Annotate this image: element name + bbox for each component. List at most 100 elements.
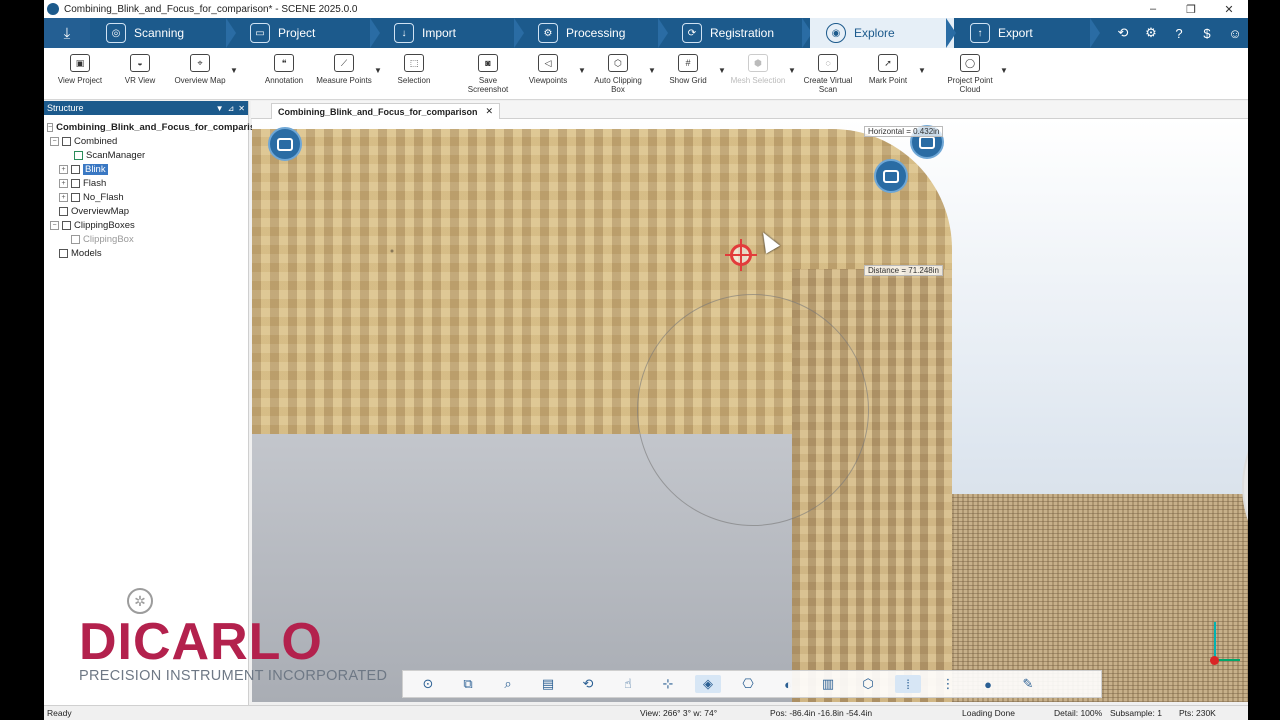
3d-view-icon[interactable]: ◈ bbox=[695, 675, 721, 693]
tab-explore[interactable]: ◉ Explore bbox=[810, 18, 956, 48]
tree-item-clippingboxes[interactable]: − ClippingBoxes bbox=[44, 218, 248, 232]
status-bar: Ready View: 266° 3° w: 74° Pos: -86.4in … bbox=[44, 705, 1248, 720]
chevron-down-icon[interactable]: ▼ bbox=[216, 104, 224, 113]
tree-item-combined[interactable]: − Combined bbox=[44, 134, 248, 148]
grid-icon: # bbox=[678, 54, 698, 72]
chevron-down-icon[interactable]: ▼ bbox=[230, 66, 240, 75]
tree-item-no-flash[interactable]: + No_Flash bbox=[44, 190, 248, 204]
tab-label: Export bbox=[998, 26, 1033, 40]
rotate-icon[interactable]: ⟲ bbox=[575, 675, 601, 693]
chevron-down-icon[interactable]: ▼ bbox=[578, 66, 588, 75]
expand-icon[interactable]: + bbox=[59, 192, 68, 202]
annotation-button[interactable]: ❝ Annotation bbox=[254, 54, 314, 85]
create-virtual-scan-button[interactable]: ◌ Create Virtual Scan bbox=[798, 54, 858, 94]
button-label: Annotation bbox=[264, 76, 304, 85]
zoom-extents-icon[interactable]: ⧉ bbox=[455, 675, 481, 693]
scan-group-icon bbox=[71, 192, 80, 202]
tree-item-flash[interactable]: + Flash bbox=[44, 176, 248, 190]
shield-icon[interactable]: ⬡ bbox=[855, 675, 881, 693]
selection-button[interactable]: ⬚ Selection bbox=[384, 54, 444, 85]
close-icon[interactable]: ✕ bbox=[238, 104, 245, 113]
sync-icon[interactable]: ⟲ bbox=[1114, 25, 1132, 41]
view-cube-icon[interactable]: ▤ bbox=[535, 675, 561, 693]
scanner-icon: ◎ bbox=[106, 23, 126, 43]
save-screenshot-button[interactable]: ◙ Save Screenshot bbox=[458, 54, 518, 94]
scan-position-icon[interactable] bbox=[874, 159, 908, 193]
color-palette-icon[interactable]: ● bbox=[975, 675, 1001, 693]
fit-view-icon[interactable]: ⊹ bbox=[655, 675, 681, 693]
brand-logo-icon: ✲ bbox=[127, 588, 153, 614]
chevron-down-icon[interactable]: ▼ bbox=[648, 66, 658, 75]
distance-measurement-label: Distance = 71.248in bbox=[864, 265, 943, 276]
auto-clipping-box-button[interactable]: ⬡ Auto Clipping Box bbox=[588, 54, 648, 94]
overview-map-button[interactable]: ⌖ Overview Map bbox=[170, 54, 230, 85]
help-icon[interactable]: ? bbox=[1170, 26, 1188, 41]
view-project-button[interactable]: ▣ View Project bbox=[50, 54, 110, 85]
status-points: Pts: 230K bbox=[1179, 708, 1216, 718]
chevron-down-icon[interactable]: ▼ bbox=[374, 66, 384, 75]
scan-position-icon[interactable] bbox=[268, 127, 302, 161]
show-grid-button[interactable]: # Show Grid bbox=[658, 54, 718, 85]
folder-icon: ▭ bbox=[250, 23, 270, 43]
tab-label: Processing bbox=[566, 26, 626, 40]
tab-registration[interactable]: ⟳ Registration bbox=[666, 18, 812, 48]
close-window-button[interactable]: ✕ bbox=[1210, 3, 1248, 16]
expand-icon[interactable]: + bbox=[59, 178, 68, 188]
viewpoints-button[interactable]: ◁ Viewpoints bbox=[518, 54, 578, 85]
tab-import[interactable]: ↓ Import bbox=[378, 18, 524, 48]
close-icon[interactable]: ✕ bbox=[486, 106, 494, 117]
chevron-down-icon[interactable]: ▼ bbox=[718, 66, 728, 75]
navigation-mode-icon[interactable]: ⊙ bbox=[415, 675, 441, 693]
brush-icon[interactable]: ✎ bbox=[1015, 675, 1041, 693]
split-view-icon[interactable]: ◐ bbox=[775, 675, 801, 693]
tab-scanning[interactable]: ◎ Scanning bbox=[90, 18, 236, 48]
layers-icon[interactable]: ▥ bbox=[815, 675, 841, 693]
pan-icon[interactable]: ☝ bbox=[615, 675, 641, 693]
project-point-cloud-button[interactable]: ◯ Project Point Cloud bbox=[940, 54, 1000, 94]
tab-project[interactable]: ▭ Project bbox=[234, 18, 380, 48]
virtual-scan-icon: ◌ bbox=[818, 54, 838, 72]
zoom-icon[interactable]: ⌕ bbox=[495, 675, 521, 693]
measure-points-button[interactable]: ⟋ Measure Points bbox=[314, 54, 374, 85]
tree-item-label: Combined bbox=[74, 135, 118, 147]
map-pin-icon: ⌖ bbox=[190, 54, 210, 72]
expand-icon[interactable]: + bbox=[59, 164, 68, 174]
structure-header: Structure ▼ ⊿ ✕ bbox=[44, 101, 248, 115]
dotted-grid-icon[interactable]: ⋮ bbox=[935, 675, 961, 693]
tree-item-clippingbox[interactable]: ClippingBox bbox=[44, 232, 248, 246]
tree-item-project[interactable]: − Combining_Blink_and_Focus_for_comparis… bbox=[44, 120, 267, 134]
tab-label: Import bbox=[422, 26, 457, 40]
minimize-button[interactable]: – bbox=[1134, 3, 1172, 16]
restore-button[interactable]: ❐ bbox=[1172, 3, 1210, 16]
chevron-down-icon[interactable]: ▼ bbox=[1000, 66, 1010, 75]
document-tab[interactable]: Combining_Blink_and_Focus_for_comparison… bbox=[271, 103, 501, 119]
tree-item-overviewmap[interactable]: OverviewMap bbox=[44, 204, 248, 218]
tree-item-blink[interactable]: + Blink bbox=[44, 162, 248, 176]
tree-item-scanmanager[interactable]: ScanManager bbox=[44, 148, 248, 162]
clipping-box-icon: ⬡ bbox=[608, 54, 628, 72]
horizontal-measurement-label: Horizontal = 0.432in bbox=[864, 126, 944, 137]
collapse-icon[interactable]: − bbox=[47, 122, 54, 132]
collapse-icon[interactable]: − bbox=[50, 136, 59, 146]
button-label: Auto Clipping Box bbox=[594, 76, 642, 94]
chevron-down-icon[interactable]: ▼ bbox=[918, 66, 928, 75]
mesh-icon: ⬢ bbox=[748, 54, 768, 72]
tree-item-label: Combining_Blink_and_Focus_for_comparison bbox=[56, 121, 267, 133]
collapse-icon[interactable]: − bbox=[50, 220, 59, 230]
pin-icon[interactable]: ⊿ bbox=[228, 104, 235, 113]
clipping-icon[interactable]: ⎔ bbox=[735, 675, 761, 693]
license-icon[interactable]: $ bbox=[1198, 26, 1216, 41]
mesh-selection-button[interactable]: ⬢ Mesh Selection bbox=[728, 54, 788, 85]
tab-label: Project bbox=[278, 26, 316, 40]
tree-item-models[interactable]: Models bbox=[44, 246, 248, 260]
download-icon[interactable]: ⤓ bbox=[44, 18, 90, 48]
vr-view-button[interactable]: ◒ VR View bbox=[110, 54, 170, 85]
button-label: Measure Points bbox=[316, 76, 372, 85]
gear-icon[interactable]: ⚙ bbox=[1142, 25, 1160, 41]
user-icon[interactable]: ☺ bbox=[1226, 26, 1244, 41]
tab-processing[interactable]: ⚙ Processing bbox=[522, 18, 668, 48]
point-density-icon[interactable]: ⁞ bbox=[895, 675, 921, 693]
tab-export[interactable]: ↑ Export bbox=[954, 18, 1100, 48]
chevron-down-icon[interactable]: ▼ bbox=[788, 66, 798, 75]
mark-point-button[interactable]: ➚ Mark Point bbox=[858, 54, 918, 85]
